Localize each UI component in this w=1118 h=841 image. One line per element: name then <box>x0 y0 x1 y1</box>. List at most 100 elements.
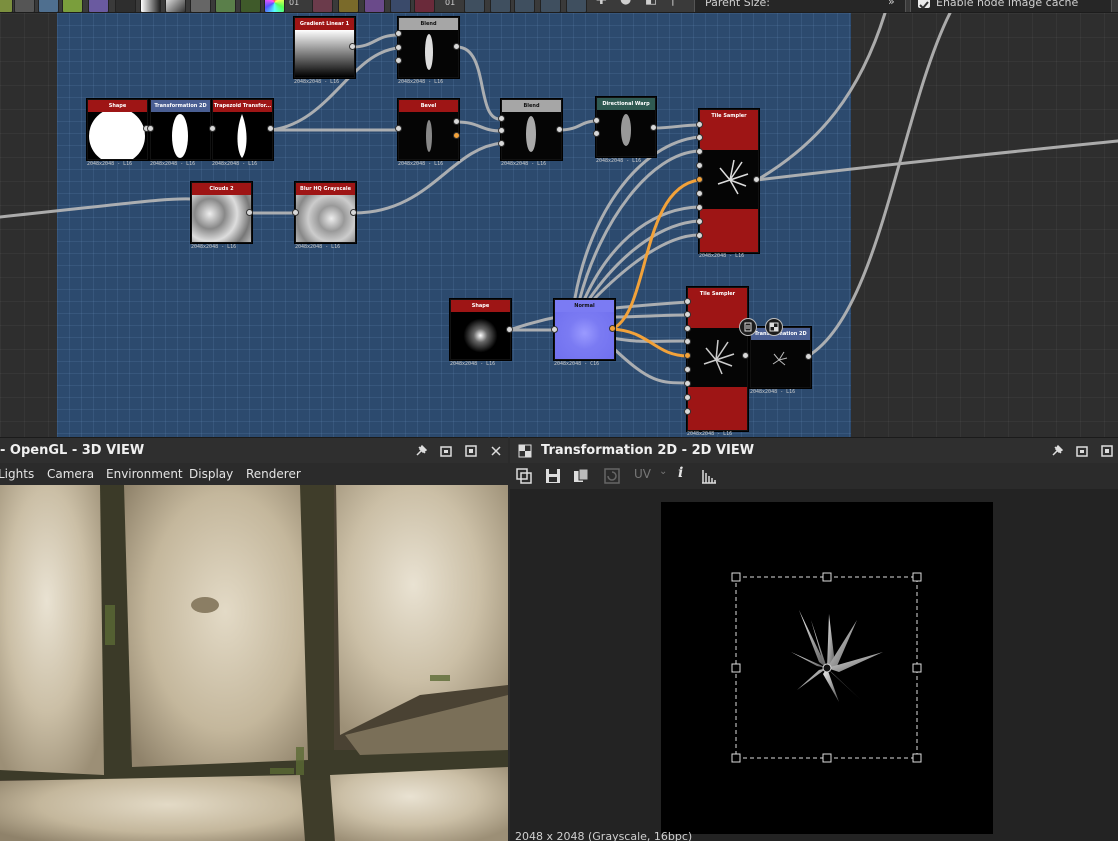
node-graph[interactable]: Gradient Linear 1 2048x2048 - L16 Blend … <box>0 13 1118 437</box>
toolbar-node-button-4[interactable] <box>566 0 587 12</box>
output-port[interactable] <box>742 352 749 359</box>
toolbar-triangle-button[interactable] <box>338 0 359 12</box>
output-port[interactable] <box>753 176 760 183</box>
input-port[interactable] <box>684 352 691 359</box>
input-port[interactable] <box>684 298 691 305</box>
close-icon[interactable] <box>489 444 503 458</box>
input-port[interactable] <box>684 311 691 318</box>
toolbar-color-wheel-button[interactable] <box>264 0 285 12</box>
input-port[interactable] <box>684 380 691 387</box>
toolbar-fx-button[interactable] <box>312 0 333 12</box>
toolbar-node-button-2[interactable] <box>514 0 535 12</box>
input-port[interactable] <box>696 218 703 225</box>
input-port[interactable] <box>498 115 505 122</box>
node-gradient-linear[interactable]: Gradient Linear 1 <box>294 17 355 78</box>
toolbar-noise-button[interactable] <box>190 0 211 12</box>
input-port[interactable] <box>684 408 691 415</box>
input-port[interactable] <box>395 44 402 51</box>
node-blur-hq[interactable]: Blur HQ Grayscale <box>295 182 356 243</box>
chevron-down-icon[interactable]: ⌄ <box>659 466 667 477</box>
image-canvas[interactable] <box>661 502 993 834</box>
cache-checkbox[interactable] <box>918 0 930 10</box>
input-port[interactable] <box>696 204 703 211</box>
node-clouds[interactable]: Clouds 2 <box>191 182 252 243</box>
menu-renderer[interactable]: Renderer <box>246 467 301 481</box>
parent-size-field[interactable]: Parent Size: » <box>694 0 906 12</box>
input-port[interactable] <box>395 30 402 37</box>
toolbar-heart-button[interactable] <box>414 0 435 12</box>
toolbar-layout-icon[interactable]: ◧ <box>645 0 657 7</box>
node-transformation-2[interactable]: Transformation 2D <box>750 327 811 388</box>
node-tile-sampler-1[interactable]: Tile Sampler <box>699 109 759 253</box>
input-port[interactable] <box>696 121 703 128</box>
toolbar-arrow-icon[interactable]: ✚ <box>596 0 607 8</box>
info-icon[interactable]: i <box>678 465 683 481</box>
output-port[interactable] <box>609 325 616 332</box>
toolbar-gradient-radial-button[interactable] <box>165 0 186 12</box>
uv-toggle[interactable]: UV <box>634 467 651 481</box>
output-port[interactable] <box>267 125 274 132</box>
input-port[interactable] <box>292 209 299 216</box>
node-transformation-1[interactable]: Transformation 2D <box>150 99 211 160</box>
node-shape-2[interactable]: Shape <box>450 299 511 360</box>
output-port[interactable] <box>453 43 460 50</box>
node-trapezoid-transform[interactable]: Trapezoid Transfor... <box>212 99 273 160</box>
toolbar-bar-button[interactable] <box>115 0 136 12</box>
input-port[interactable] <box>684 325 691 332</box>
node-bevel[interactable]: Bevel <box>398 99 459 160</box>
float-icon[interactable] <box>439 444 453 458</box>
toolbar-text-button[interactable] <box>364 0 385 12</box>
output-port[interactable] <box>453 118 460 125</box>
output-port[interactable] <box>349 43 356 50</box>
input-port[interactable] <box>593 130 600 137</box>
histogram-icon[interactable] <box>701 468 717 484</box>
input-port[interactable] <box>684 366 691 373</box>
menu-camera[interactable]: Camera <box>47 467 94 481</box>
toolbar-node-button-1[interactable] <box>490 0 511 12</box>
input-port[interactable] <box>498 140 505 147</box>
input-port[interactable] <box>395 125 402 132</box>
toolbar-node-button-3[interactable] <box>540 0 561 12</box>
output-port[interactable] <box>453 132 460 139</box>
input-port[interactable] <box>395 57 402 64</box>
pin-icon[interactable] <box>414 444 428 458</box>
node-normal[interactable]: Normal <box>554 299 615 360</box>
output-port[interactable] <box>350 209 357 216</box>
view3d-viewport[interactable] <box>0 485 508 841</box>
output-port[interactable] <box>805 353 812 360</box>
toolbar-circle-button[interactable] <box>14 0 35 12</box>
toolbar-pattern-button[interactable] <box>62 0 83 12</box>
more-options-icon[interactable]: » <box>888 0 895 8</box>
input-port[interactable] <box>551 326 558 333</box>
toolbar-arc-button[interactable] <box>88 0 109 12</box>
node-shape-1[interactable]: Shape <box>87 99 148 160</box>
input-port[interactable] <box>696 148 703 155</box>
menu-lights[interactable]: Lights <box>0 467 34 481</box>
output-port[interactable] <box>506 326 513 333</box>
input-port[interactable] <box>684 394 691 401</box>
float-icon[interactable] <box>1075 444 1089 458</box>
output-port[interactable] <box>556 126 563 133</box>
menu-environment[interactable]: Environment <box>106 467 183 481</box>
view-mode-icon[interactable] <box>516 468 532 484</box>
refresh-icon[interactable] <box>604 468 620 484</box>
node-directional-warp[interactable]: Directional Warp <box>596 97 656 157</box>
output-port[interactable] <box>650 124 657 131</box>
maximize-icon[interactable] <box>464 444 478 458</box>
cache-toggle[interactable]: Enable node image cache <box>910 0 1112 12</box>
node-blend-1[interactable]: Blend <box>398 17 459 78</box>
node-blend-2[interactable]: Blend <box>501 99 562 160</box>
input-port[interactable] <box>696 232 703 239</box>
input-port[interactable] <box>209 125 216 132</box>
input-port[interactable] <box>684 338 691 345</box>
copy-icon[interactable] <box>573 468 589 484</box>
output-port[interactable] <box>246 209 253 216</box>
view2d-viewport[interactable]: 2048 x 2048 (Grayscale, 16bpc) <box>510 489 1118 841</box>
checker-icon[interactable] <box>765 318 783 336</box>
input-port[interactable] <box>147 125 154 132</box>
toolbar-ramp-button[interactable] <box>240 0 261 12</box>
document-icon[interactable] <box>739 318 757 336</box>
input-port[interactable] <box>696 176 703 183</box>
toolbar-cross-button[interactable] <box>390 0 411 12</box>
save-icon[interactable] <box>545 468 561 484</box>
